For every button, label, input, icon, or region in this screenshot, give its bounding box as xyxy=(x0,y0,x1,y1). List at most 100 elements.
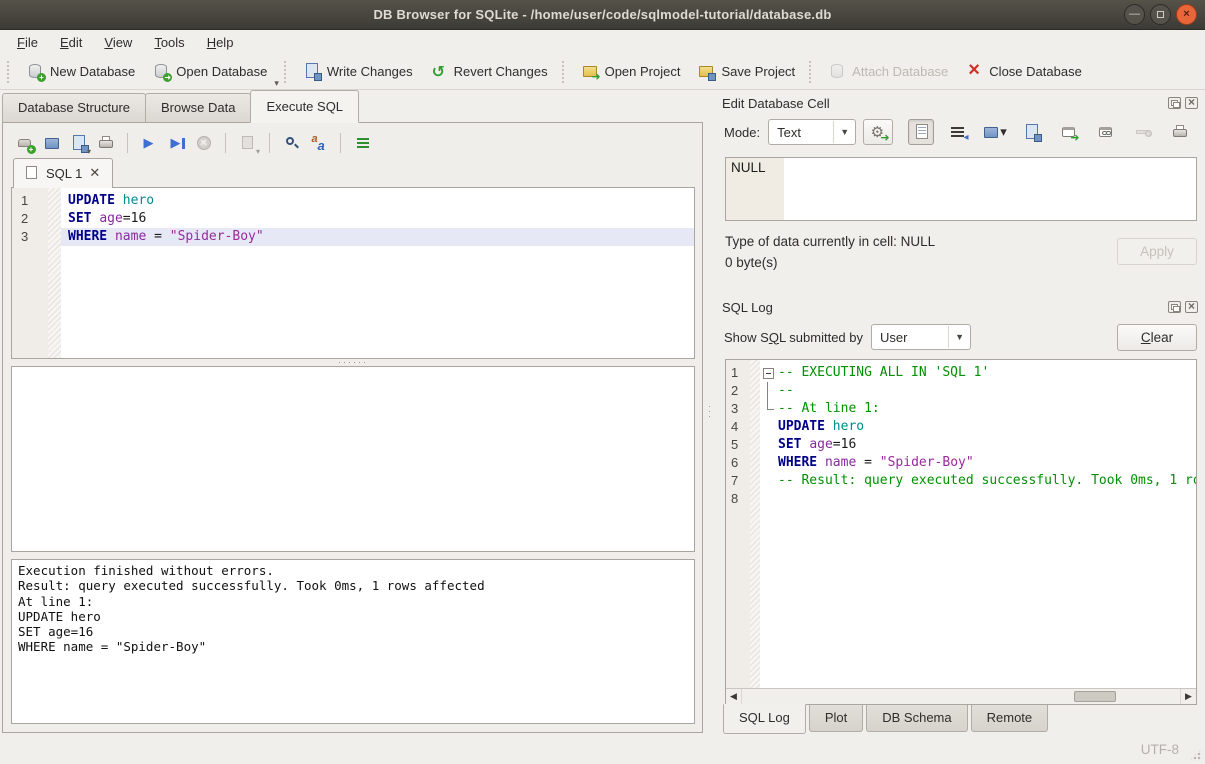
editor-margin xyxy=(48,188,61,358)
format-button[interactable] xyxy=(351,131,375,155)
bottom-tab-plot[interactable]: Plot xyxy=(809,705,863,732)
export-file-icon xyxy=(1024,124,1041,141)
main-tabbar: Database StructureBrowse DataExecute SQL xyxy=(0,91,706,122)
dropdown-arrow-icon[interactable]: ▾ xyxy=(256,147,260,156)
toolbar-button-label: New Database xyxy=(50,64,135,79)
print-button[interactable] xyxy=(94,131,118,155)
log-hscrollbar[interactable]: ◀ ▶ xyxy=(726,688,1196,704)
text-mode-button[interactable] xyxy=(908,119,934,145)
toolbar-button-label: Open Database xyxy=(176,64,267,79)
open-project-button[interactable]: ➜Open Project xyxy=(573,59,690,84)
open-in-app-button[interactable]: ➜ xyxy=(1056,119,1082,145)
word-wrap-button[interactable] xyxy=(945,119,971,145)
cell-info-row: Type of data currently in cell: NULL 0 b… xyxy=(725,234,1197,286)
menu-view[interactable]: View xyxy=(93,32,143,53)
menu-tools[interactable]: Tools xyxy=(143,32,195,53)
tab-database-structure[interactable]: Database Structure xyxy=(2,93,146,122)
code-line xyxy=(776,490,1196,508)
results-grid[interactable] xyxy=(11,366,695,552)
execute-all-button[interactable] xyxy=(138,131,162,155)
format-icon xyxy=(355,135,372,152)
scroll-right-icon[interactable]: ▶ xyxy=(1180,689,1196,704)
sql-log-dock-header: SQL Log xyxy=(714,296,1205,318)
stop-icon: ✕ xyxy=(196,135,213,152)
menu-file[interactable]: File xyxy=(6,32,49,53)
save-sql-file-button[interactable]: ▾ xyxy=(67,131,91,155)
dock-close-icon[interactable] xyxy=(1185,97,1198,109)
apply-button[interactable]: Apply xyxy=(1117,238,1197,265)
fold-marker-icon[interactable] xyxy=(760,364,776,382)
bottom-tab-remote[interactable]: Remote xyxy=(971,705,1049,732)
save-project-button[interactable]: Save Project xyxy=(689,59,804,84)
sql-toolbar-separator xyxy=(340,133,342,153)
execution-output[interactable]: Execution finished without errors.Result… xyxy=(11,559,695,724)
menu-edit[interactable]: Edit xyxy=(49,32,93,53)
open-sql-file-button[interactable] xyxy=(40,131,64,155)
chevron-down-icon: ▼ xyxy=(833,121,849,143)
copy-link-button[interactable] xyxy=(1093,119,1119,145)
code-line: WHERE name = "Spider-Boy" xyxy=(776,454,1196,472)
revert-changes-button[interactable]: Revert Changes xyxy=(422,59,557,84)
mode-select[interactable]: Text ▼ xyxy=(768,119,856,145)
log-fold-column[interactable] xyxy=(760,360,776,688)
bottom-tabbar: SQL LogPlotDB SchemaRemote xyxy=(714,705,1205,735)
editor-code[interactable]: UPDATE heroSET age=16WHERE name = "Spide… xyxy=(61,188,694,358)
tab-execute-sql[interactable]: Execute SQL xyxy=(250,90,359,123)
menu-help[interactable]: Help xyxy=(196,32,245,53)
dock-float-icon[interactable] xyxy=(1168,301,1181,313)
write-changes-button[interactable]: Write Changes xyxy=(295,59,422,84)
sql-log-view[interactable]: 12345678 -- EXECUTING ALL IN 'SQL 1'----… xyxy=(725,359,1197,705)
sql-file-icon xyxy=(26,166,39,180)
print-cell-icon xyxy=(1172,124,1189,141)
revert-changes-icon xyxy=(431,63,448,80)
export-file-button[interactable] xyxy=(1019,119,1045,145)
line-number: 7 xyxy=(731,472,750,490)
dropdown-arrow-icon[interactable]: ▾ xyxy=(87,147,91,156)
print-cell-button[interactable] xyxy=(1167,119,1193,145)
sql-tab-label: SQL 1 xyxy=(46,166,82,181)
sql-editor[interactable]: 123 UPDATE heroSET age=16WHERE name = "S… xyxy=(11,187,695,359)
fold-marker-icon[interactable] xyxy=(760,382,776,400)
new-database-button[interactable]: + New Database xyxy=(18,59,144,84)
clear-log-button[interactable]: Clear xyxy=(1117,324,1197,351)
find-button[interactable] xyxy=(280,131,304,155)
save-results-icon xyxy=(240,135,257,152)
scroll-left-icon[interactable]: ◀ xyxy=(726,689,742,704)
import-file-button[interactable]: ▾ xyxy=(982,119,1008,145)
dock-close-icon[interactable] xyxy=(1185,301,1198,313)
line-number: 3 xyxy=(731,400,750,418)
cell-editor[interactable]: NULL xyxy=(725,157,1197,221)
new-tab-button[interactable]: + xyxy=(13,131,37,155)
sql-editor-tab[interactable]: SQL 1 ✕ xyxy=(13,158,113,188)
tab-browse-data[interactable]: Browse Data xyxy=(145,93,251,122)
attach-database-button: Attach Database xyxy=(820,59,957,84)
close-icon[interactable]: × xyxy=(1176,4,1197,25)
minimize-icon[interactable]: — xyxy=(1124,4,1145,25)
sql-toolbar-separator xyxy=(127,133,129,153)
scrollbar-thumb[interactable] xyxy=(1074,691,1116,702)
execute-line-button[interactable] xyxy=(165,131,189,155)
code-line: -- EXECUTING ALL IN 'SQL 1' xyxy=(776,364,1196,382)
bottom-tab-db-schema[interactable]: DB Schema xyxy=(866,705,967,732)
close-database-button[interactable]: Close Database xyxy=(957,59,1091,84)
resize-grip[interactable] xyxy=(1189,748,1202,761)
new-database-icon: + xyxy=(27,63,44,80)
dropdown-arrow-icon[interactable]: ▾ xyxy=(274,78,279,89)
fold-marker-icon[interactable] xyxy=(760,400,776,418)
maximize-icon[interactable] xyxy=(1150,4,1171,25)
editor-results-splitter[interactable]: ······ xyxy=(11,359,695,366)
stop-button: ✕ xyxy=(192,131,216,155)
dropdown-arrow-icon[interactable]: ▾ xyxy=(1000,124,1007,140)
execute-line-icon xyxy=(169,135,186,152)
main-splitter[interactable]: ··· xyxy=(706,90,714,735)
dock-float-icon[interactable] xyxy=(1168,97,1181,109)
open-in-app-icon: ➜ xyxy=(1061,124,1078,141)
close-tab-icon[interactable]: ✕ xyxy=(89,165,100,181)
auto-apply-button[interactable]: ➜ xyxy=(863,119,893,145)
log-filter-select[interactable]: User ▼ xyxy=(871,324,971,350)
open-database-button[interactable]: ➜Open Database xyxy=(144,59,276,84)
output-line: WHERE name = "Spider-Boy" xyxy=(18,639,688,654)
replace-button[interactable] xyxy=(307,131,331,155)
results-output-splitter[interactable] xyxy=(11,552,695,559)
bottom-tab-sql-log[interactable]: SQL Log xyxy=(723,704,806,734)
